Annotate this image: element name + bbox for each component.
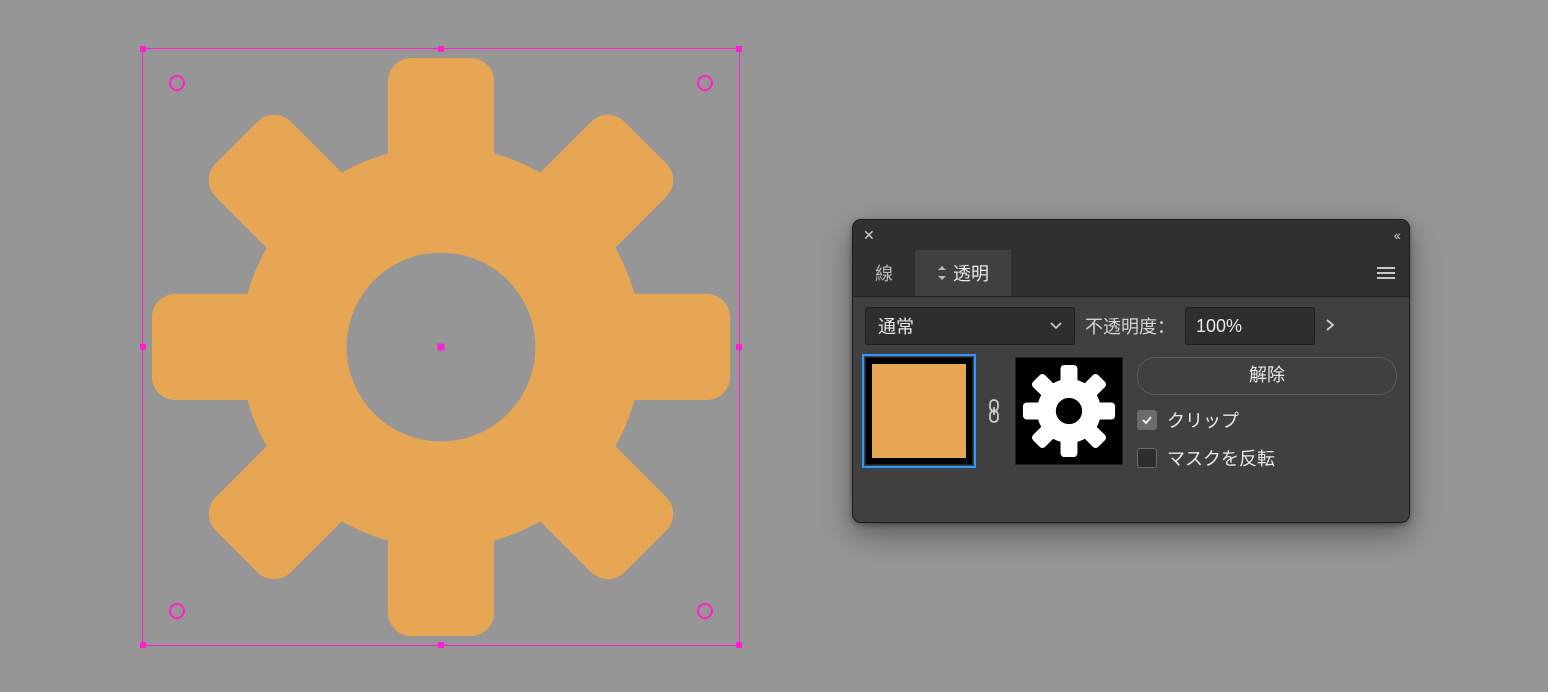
- selection-handle[interactable]: [736, 642, 742, 648]
- hamburger-icon: [1377, 267, 1395, 279]
- link-icon[interactable]: [983, 397, 1005, 425]
- invert-mask-label: マスクを反転: [1167, 445, 1275, 471]
- tab-transparency-label: 透明: [953, 260, 989, 286]
- opacity-label: 不透明度：: [1085, 313, 1175, 339]
- panel-titlebar[interactable]: ✕ ‹‹: [853, 220, 1409, 250]
- selection-handle[interactable]: [140, 344, 146, 350]
- selection-handle[interactable]: [438, 46, 444, 52]
- transparency-panel[interactable]: ✕ ‹‹ 線 透明 通常: [852, 219, 1410, 523]
- inner-corner-indicator: [697, 603, 713, 619]
- panel-menu-button[interactable]: [1363, 250, 1409, 296]
- inner-corner-indicator: [169, 75, 185, 91]
- tab-transparency[interactable]: 透明: [915, 250, 1011, 296]
- tab-stroke-label: 線: [875, 260, 893, 286]
- selection-handle[interactable]: [140, 46, 146, 52]
- chevron-down-icon: [1050, 319, 1062, 333]
- invert-mask-checkbox[interactable]: [1137, 448, 1157, 468]
- selection-bounding-box[interactable]: [142, 48, 740, 646]
- blend-mode-value: 通常: [878, 313, 914, 339]
- inner-corner-indicator: [697, 75, 713, 91]
- selection-handle[interactable]: [140, 642, 146, 648]
- inner-corner-indicator: [169, 603, 185, 619]
- tab-stroke[interactable]: 線: [853, 250, 915, 296]
- tab-expand-arrows-icon: [937, 266, 947, 280]
- clip-checkbox-row[interactable]: クリップ: [1137, 407, 1397, 433]
- close-icon[interactable]: ✕: [863, 227, 875, 244]
- clip-label: クリップ: [1167, 407, 1239, 433]
- panel-tabs: 線 透明: [853, 250, 1409, 297]
- opacity-stepper-open[interactable]: [1321, 316, 1339, 337]
- opacity-thumbnail[interactable]: [865, 357, 973, 465]
- selection-center-point[interactable]: [438, 344, 445, 351]
- invert-mask-checkbox-row[interactable]: マスクを反転: [1137, 445, 1397, 471]
- clip-checkbox[interactable]: [1137, 410, 1157, 430]
- opacity-thumbnail-fill: [872, 364, 966, 458]
- mask-gear-icon: [1022, 364, 1116, 458]
- collapse-icon[interactable]: ‹‹: [1394, 227, 1399, 243]
- selection-handle[interactable]: [438, 642, 444, 648]
- mask-thumbnail[interactable]: [1015, 357, 1123, 465]
- artboard[interactable]: [0, 0, 860, 692]
- release-mask-button[interactable]: 解除: [1137, 357, 1397, 395]
- opacity-input[interactable]: [1185, 307, 1315, 345]
- checkmark-icon: [1141, 414, 1153, 426]
- release-mask-label: 解除: [1249, 365, 1285, 385]
- blend-mode-select[interactable]: 通常: [865, 307, 1075, 345]
- selection-handle[interactable]: [736, 46, 742, 52]
- selection-handle[interactable]: [736, 344, 742, 350]
